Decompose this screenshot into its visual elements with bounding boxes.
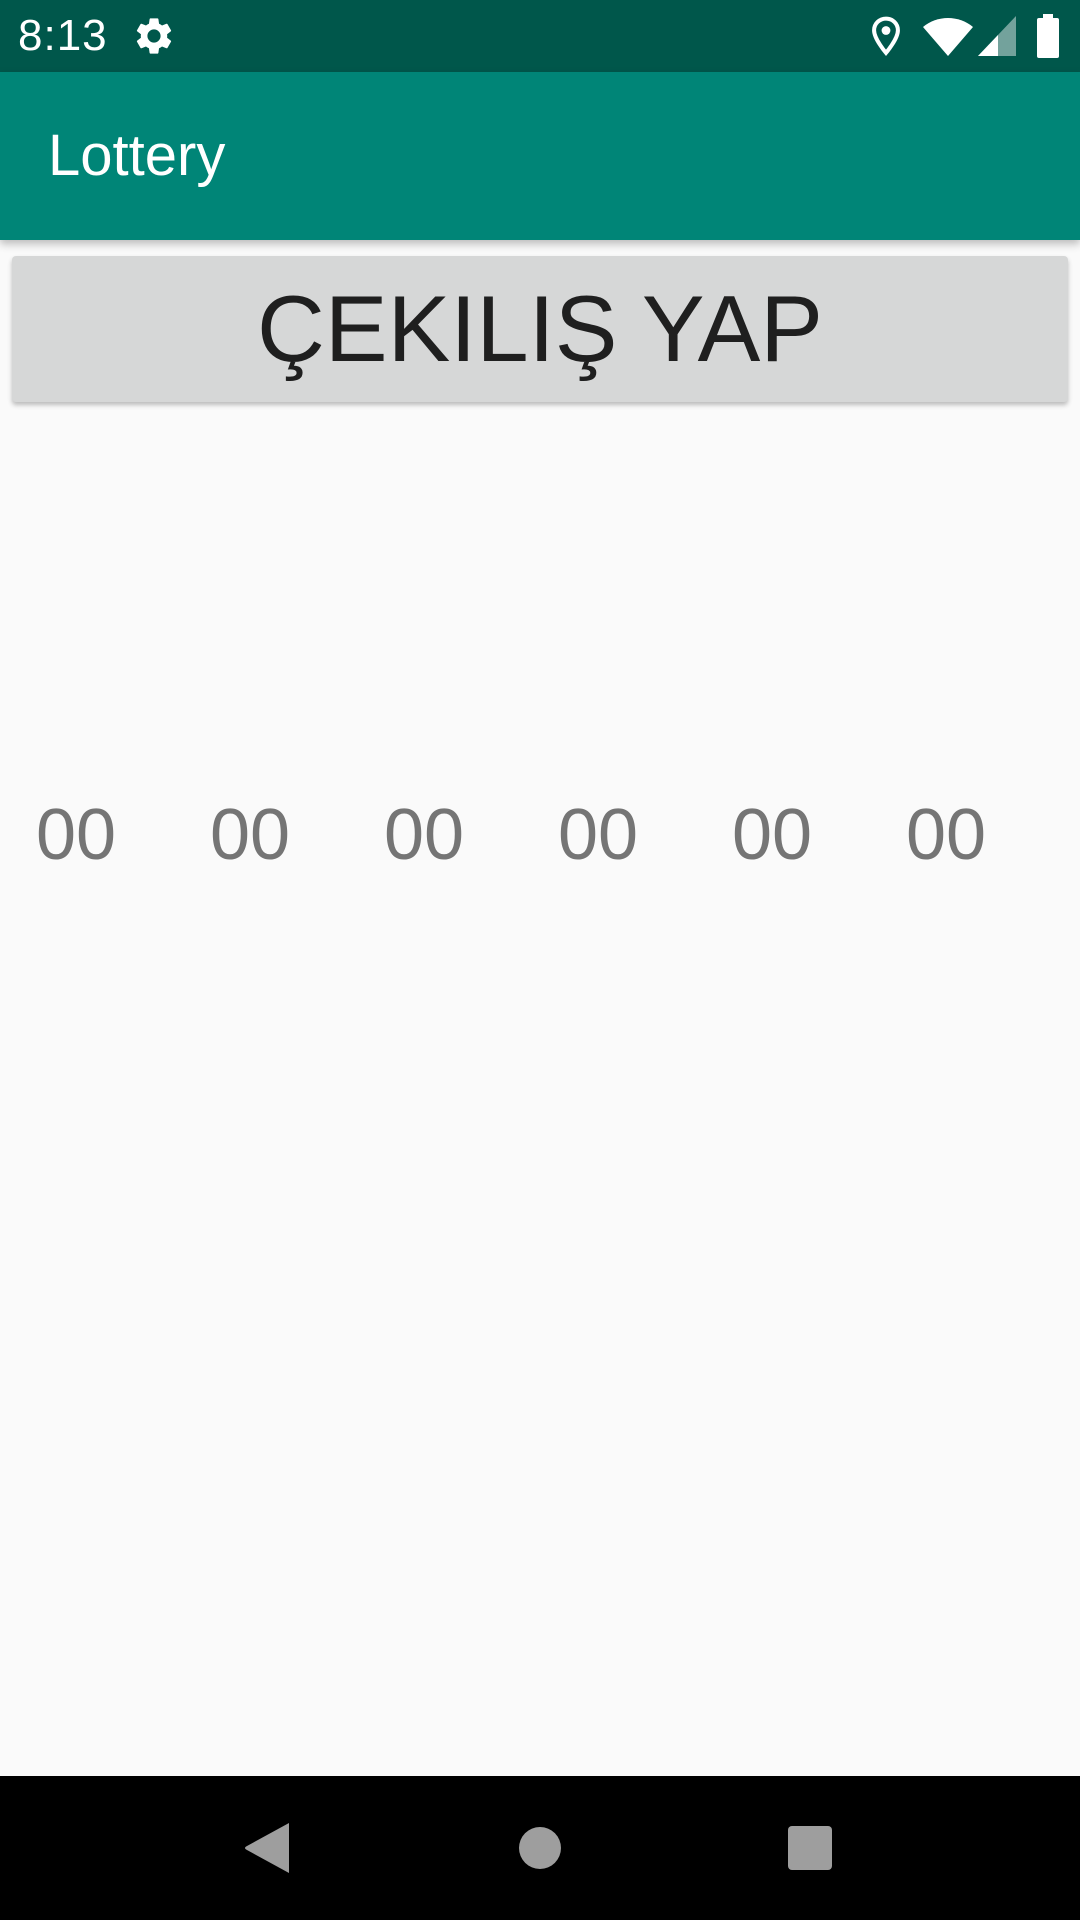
lottery-number: 00 [210,795,291,875]
home-icon [519,1827,561,1869]
draw-lottery-button[interactable]: ÇEKILIŞ YAP [12,256,1068,402]
cell-signal-icon [978,16,1016,56]
battery-icon [1037,14,1059,58]
nav-home-button[interactable] [468,1776,612,1920]
nav-recents-button[interactable] [738,1776,882,1920]
settings-gear-icon [136,18,172,54]
lottery-numbers-row: 00 00 00 00 00 00 [0,790,1080,880]
lottery-number: 00 [732,795,813,875]
app-bar: Lottery [0,72,1080,240]
app-title: Lottery [48,123,226,188]
system-nav-bar [0,1776,1080,1920]
lottery-number: 00 [384,795,465,875]
nav-back-button[interactable] [196,1776,340,1920]
lottery-number: 00 [906,795,987,875]
lottery-number: 00 [36,795,117,875]
lottery-number: 00 [558,795,639,875]
status-time: 8:13 [18,11,108,60]
recents-icon [788,1826,832,1870]
back-icon [245,1823,289,1873]
location-pin-icon [872,16,900,56]
status-bar: 8:13 [0,0,1080,72]
wifi-icon [923,18,973,56]
